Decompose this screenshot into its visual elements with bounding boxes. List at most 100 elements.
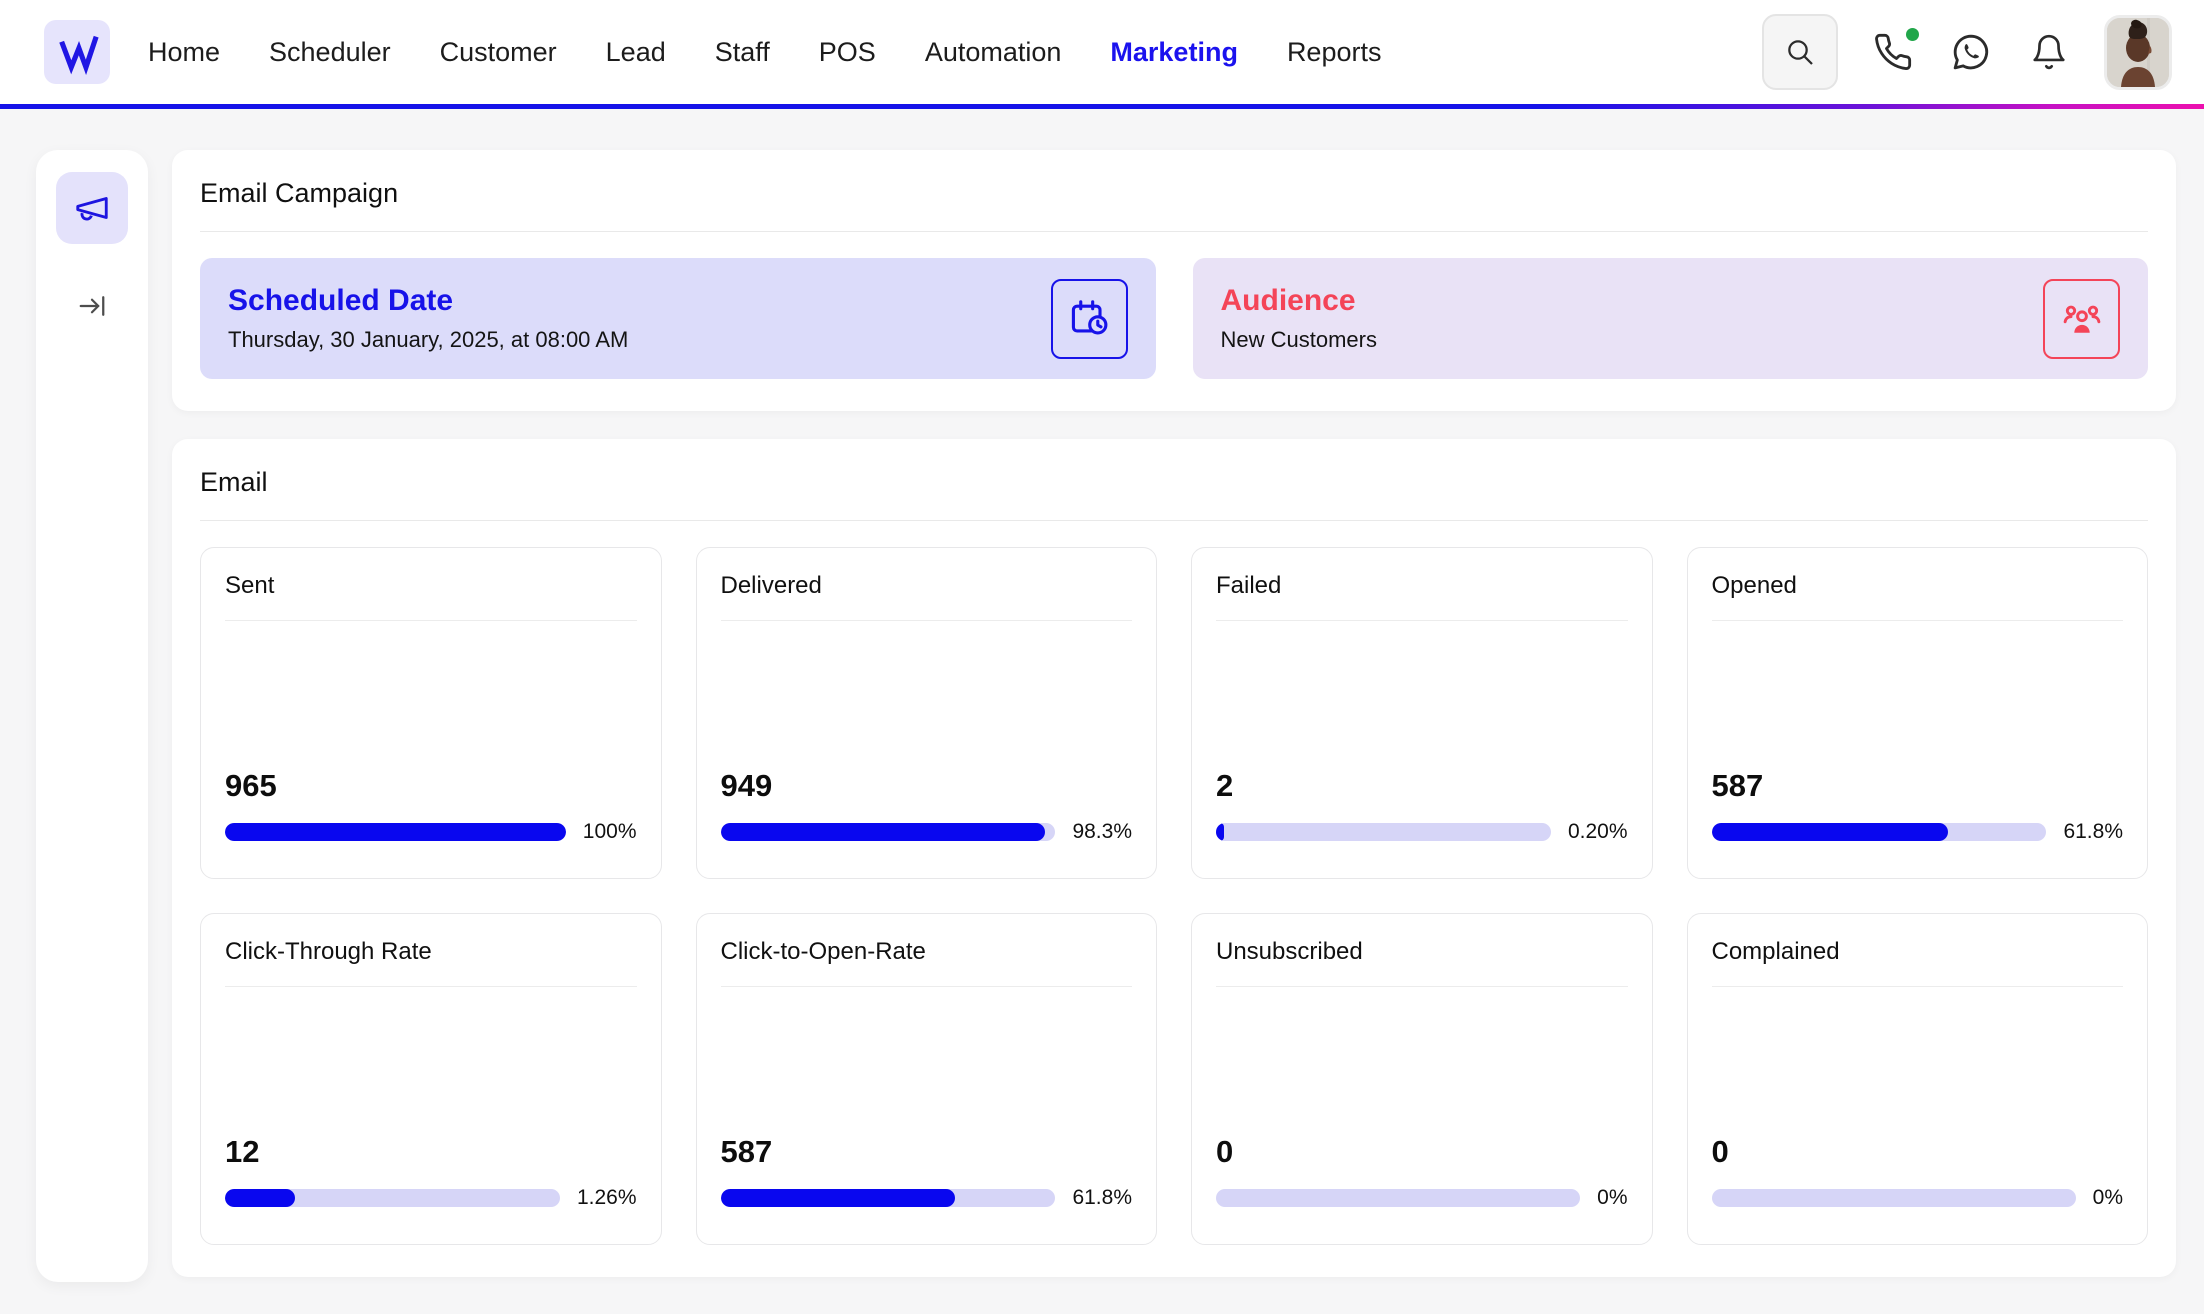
stat-value: 949 xyxy=(721,768,1133,804)
progress-percent: 61.8% xyxy=(1072,1186,1132,1210)
stat-title: Click-Through Rate xyxy=(225,938,637,966)
progress-track xyxy=(1216,1189,1580,1207)
audience-card[interactable]: Audience New Customers xyxy=(1193,258,2149,379)
nav-item-home[interactable]: Home xyxy=(148,37,220,68)
nav-gradient-divider xyxy=(0,104,2204,109)
email-campaign-panel: Email Campaign Scheduled Date Thursday, … xyxy=(172,150,2176,411)
stat-value: 0 xyxy=(1712,1134,2124,1170)
stat-card-sent: Sent 965 100% xyxy=(200,547,662,879)
progress-track xyxy=(1712,1189,2076,1207)
stat-title: Complained xyxy=(1712,938,2124,966)
notifications-button[interactable] xyxy=(2026,29,2072,75)
progress-row: 0.20% xyxy=(1216,820,1628,844)
stat-value: 965 xyxy=(225,768,637,804)
audience-value: New Customers xyxy=(1221,327,1377,353)
progress-row: 0% xyxy=(1712,1186,2124,1210)
app-logo[interactable] xyxy=(44,20,110,84)
progress-row: 1.26% xyxy=(225,1186,637,1210)
stat-card-click-to-open-rate: Click-to-Open-Rate 587 61.8% xyxy=(696,913,1158,1245)
calendar-clock-icon xyxy=(1067,297,1111,341)
stat-title: Failed xyxy=(1216,572,1628,600)
email-campaign-title: Email Campaign xyxy=(200,178,2148,209)
online-status-dot xyxy=(1906,28,1919,41)
nav-item-automation[interactable]: Automation xyxy=(925,37,1062,68)
progress-row: 61.8% xyxy=(1712,820,2124,844)
sidebar-item-campaigns[interactable] xyxy=(56,172,128,244)
progress-percent: 1.26% xyxy=(577,1186,637,1210)
search-button[interactable] xyxy=(1762,14,1838,90)
nav-item-reports[interactable]: Reports xyxy=(1287,37,1382,68)
progress-percent: 98.3% xyxy=(1072,820,1132,844)
main-menu: Home Scheduler Customer Lead Staff POS A… xyxy=(148,37,1381,68)
nav-item-customer[interactable]: Customer xyxy=(440,37,557,68)
progress-row: 100% xyxy=(225,820,637,844)
nav-item-scheduler[interactable]: Scheduler xyxy=(269,37,391,68)
progress-fill xyxy=(721,1189,955,1207)
progress-percent: 61.8% xyxy=(2063,820,2123,844)
user-avatar[interactable] xyxy=(2104,15,2172,90)
scheduled-date-value: Thursday, 30 January, 2025, at 08:00 AM xyxy=(228,327,628,353)
progress-row: 61.8% xyxy=(721,1186,1133,1210)
stat-card-complained: Complained 0 0% xyxy=(1687,913,2149,1245)
stat-value: 0 xyxy=(1216,1134,1628,1170)
avatar-photo xyxy=(2107,18,2169,87)
email-stats-title: Email xyxy=(200,467,2148,498)
scheduled-date-card[interactable]: Scheduled Date Thursday, 30 January, 202… xyxy=(200,258,1156,379)
main-content: Email Campaign Scheduled Date Thursday, … xyxy=(172,150,2176,1277)
progress-fill xyxy=(1216,823,1224,841)
progress-percent: 0% xyxy=(1597,1186,1627,1210)
sidebar xyxy=(36,150,148,1282)
stat-card-failed: Failed 2 0.20% xyxy=(1191,547,1653,879)
divider xyxy=(200,231,2148,232)
whatsapp-button[interactable] xyxy=(1948,29,1994,75)
email-stats-panel: Email Sent 965 100% Delivered 949 xyxy=(172,439,2176,1277)
progress-percent: 100% xyxy=(583,820,637,844)
stat-title: Sent xyxy=(225,572,637,600)
whatsapp-icon xyxy=(1951,32,1991,72)
phone-button[interactable] xyxy=(1870,29,1916,75)
users-group-icon xyxy=(2060,297,2104,341)
progress-fill xyxy=(721,823,1046,841)
progress-track xyxy=(721,823,1056,841)
nav-item-pos[interactable]: POS xyxy=(819,37,876,68)
progress-row: 0% xyxy=(1216,1186,1628,1210)
search-icon xyxy=(1784,36,1816,68)
nav-item-lead[interactable]: Lead xyxy=(606,37,666,68)
stat-value: 587 xyxy=(1712,768,2124,804)
progress-fill xyxy=(1712,823,1948,841)
scheduled-date-texts: Scheduled Date Thursday, 30 January, 202… xyxy=(228,284,628,353)
arrow-right-to-line-icon xyxy=(77,291,107,321)
stat-value: 587 xyxy=(721,1134,1133,1170)
progress-row: 98.3% xyxy=(721,820,1133,844)
stat-title: Delivered xyxy=(721,572,1133,600)
progress-track xyxy=(225,823,566,841)
audience-title: Audience xyxy=(1221,284,1377,318)
nav-actions xyxy=(1762,14,2172,90)
megaphone-icon xyxy=(73,189,111,227)
nav-item-staff[interactable]: Staff xyxy=(715,37,770,68)
nav-item-marketing[interactable]: Marketing xyxy=(1110,37,1238,68)
sidebar-expand-button[interactable] xyxy=(72,286,112,326)
stat-value: 12 xyxy=(225,1134,637,1170)
audience-texts: Audience New Customers xyxy=(1221,284,1377,353)
progress-track xyxy=(1712,823,2047,841)
stat-title: Opened xyxy=(1712,572,2124,600)
stat-card-opened: Opened 587 61.8% xyxy=(1687,547,2149,879)
divider xyxy=(200,520,2148,521)
email-stats-grid: Sent 965 100% Delivered 949 xyxy=(200,547,2148,1245)
progress-fill xyxy=(225,1189,295,1207)
audience-icon-button[interactable] xyxy=(2043,279,2120,359)
progress-fill xyxy=(225,823,566,841)
progress-track xyxy=(225,1189,560,1207)
stat-card-click-through-rate: Click-Through Rate 12 1.26% xyxy=(200,913,662,1245)
top-navigation: Home Scheduler Customer Lead Staff POS A… xyxy=(0,0,2204,104)
stat-card-unsubscribed: Unsubscribed 0 0% xyxy=(1191,913,1653,1245)
progress-percent: 0% xyxy=(2093,1186,2123,1210)
scheduled-date-title: Scheduled Date xyxy=(228,284,628,318)
stat-value: 2 xyxy=(1216,768,1628,804)
scheduled-date-icon-button[interactable] xyxy=(1051,279,1128,359)
campaign-cards-row: Scheduled Date Thursday, 30 January, 202… xyxy=(200,258,2148,379)
progress-track xyxy=(721,1189,1056,1207)
stat-title: Click-to-Open-Rate xyxy=(721,938,1133,966)
progress-percent: 0.20% xyxy=(1568,820,1628,844)
